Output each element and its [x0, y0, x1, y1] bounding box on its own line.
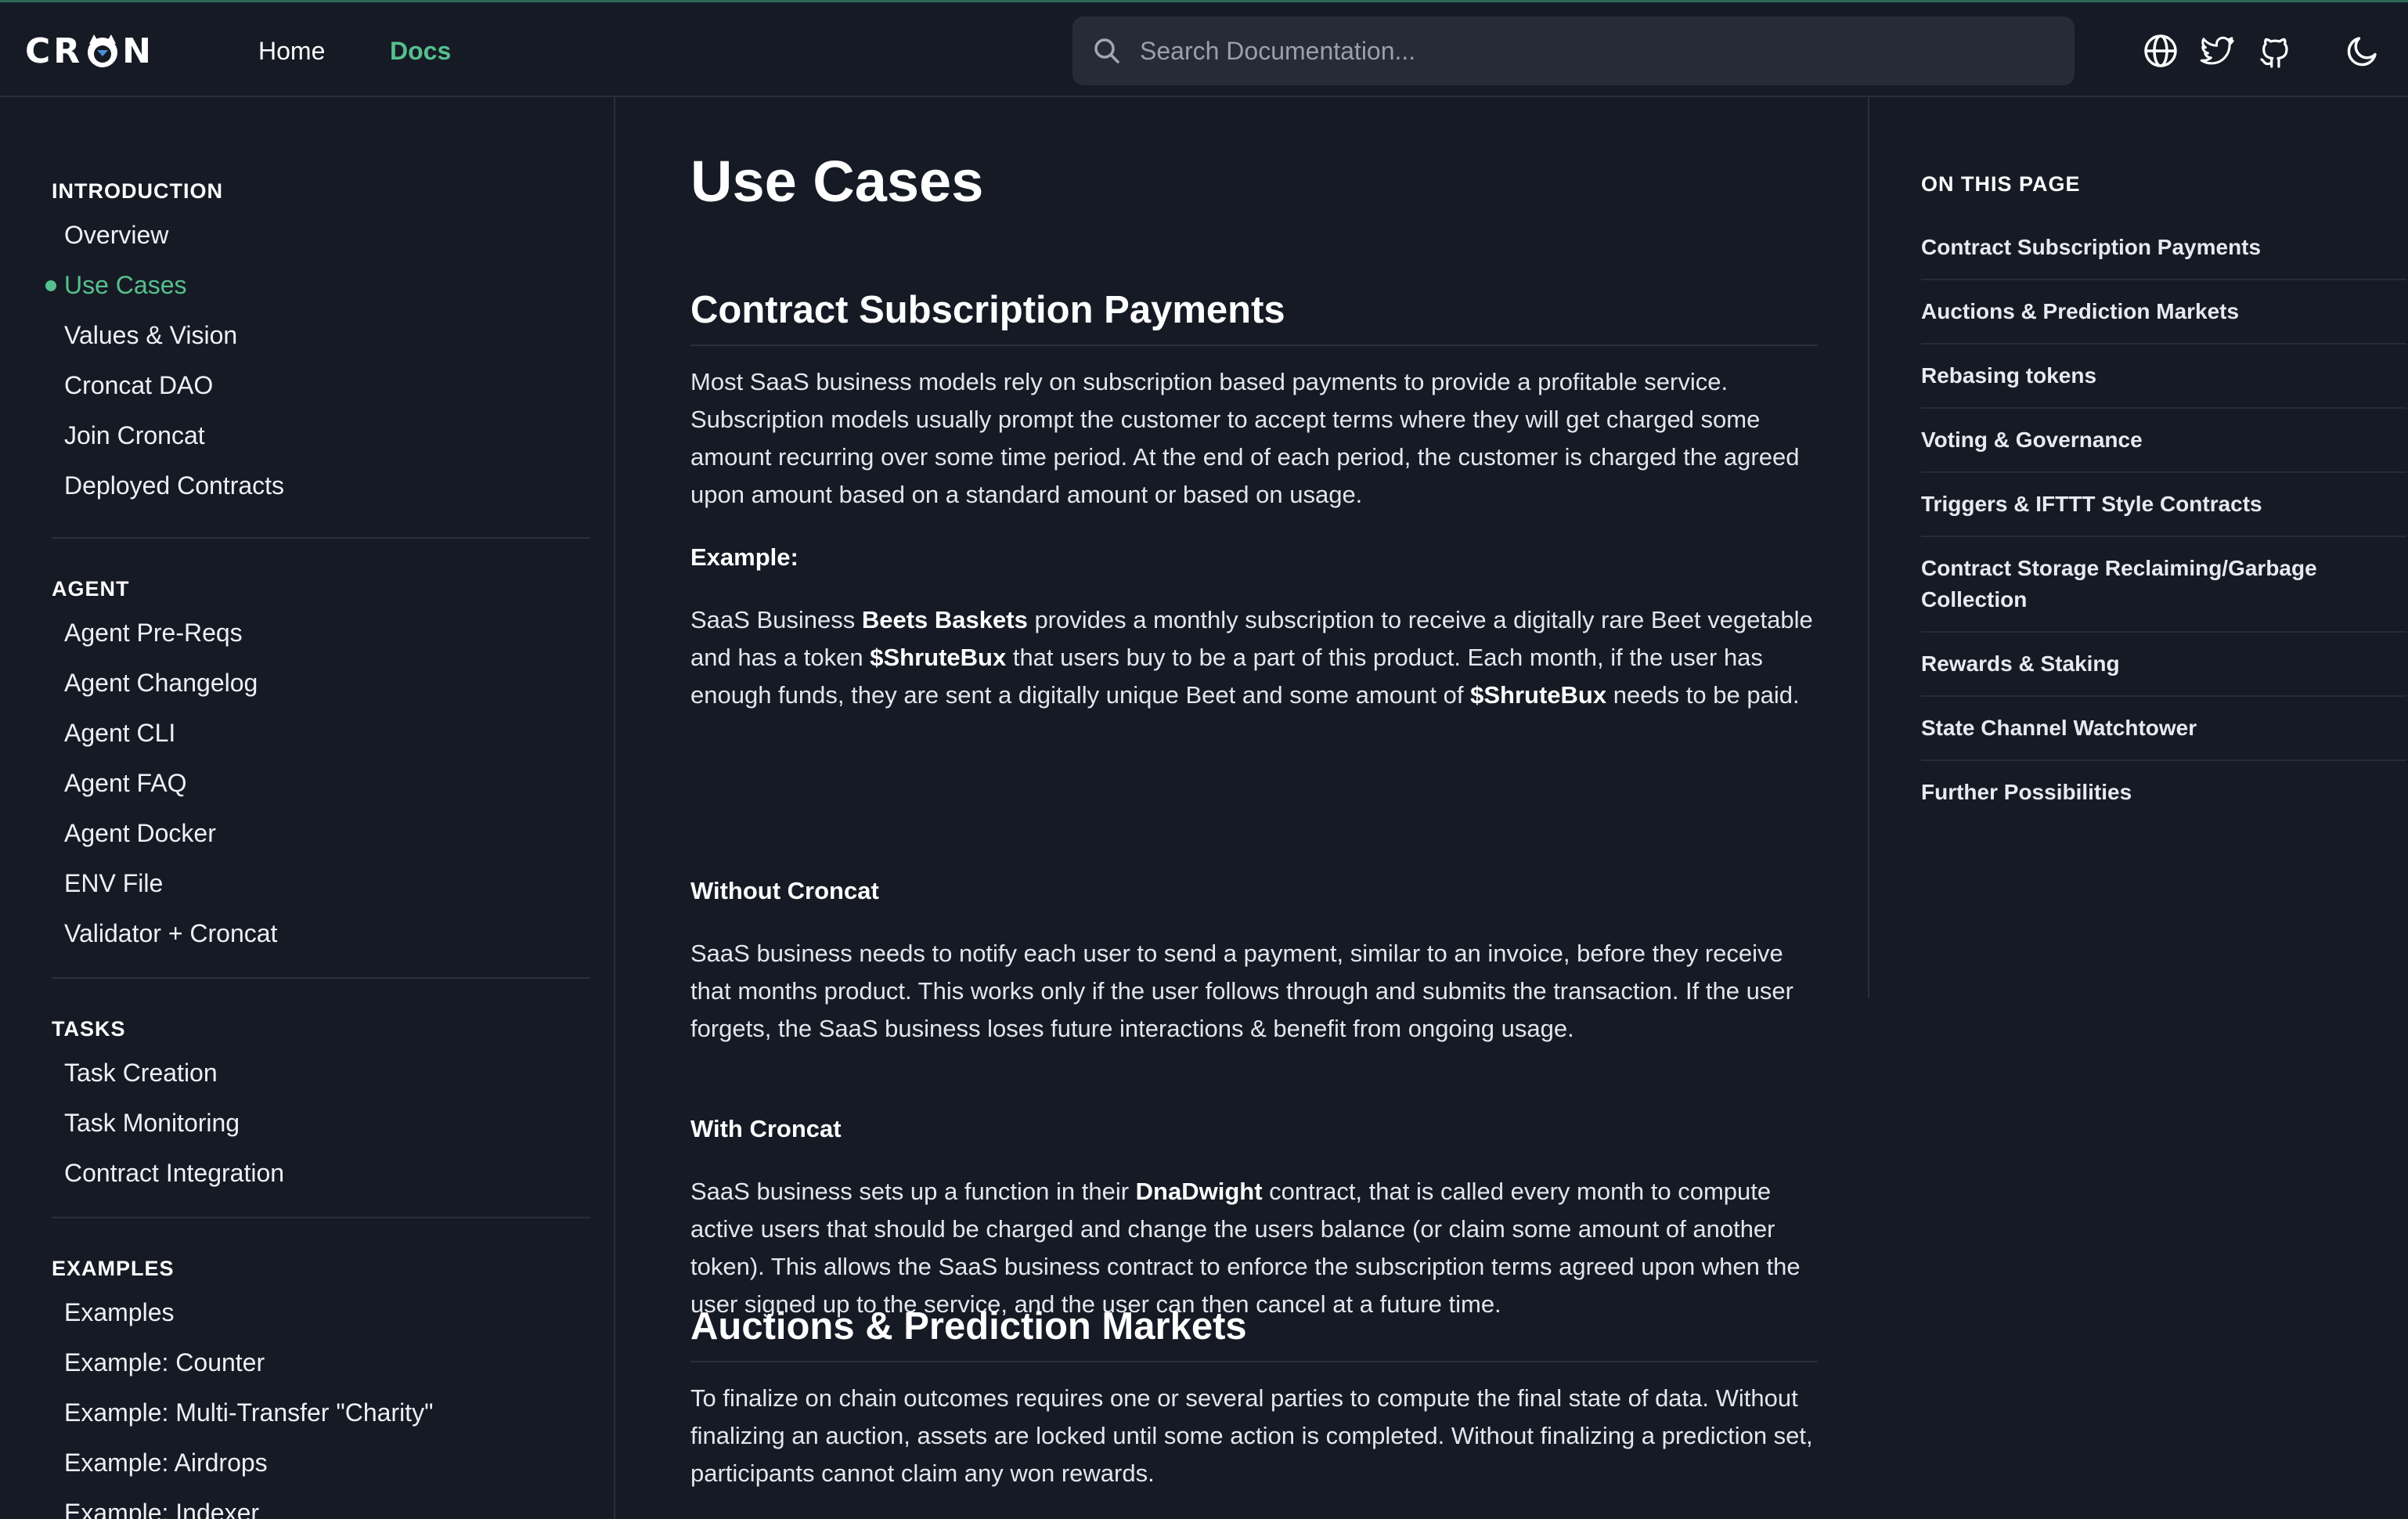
top-navbar: CR N Home Docs	[0, 0, 2408, 97]
search-input[interactable]	[1138, 16, 2062, 85]
toc-item[interactable]: Contract Subscription Payments	[1921, 216, 2406, 280]
sidebar-item-agent-faq[interactable]: Agent FAQ	[52, 758, 590, 808]
toc-heading: ON THIS PAGE	[1921, 172, 2081, 196]
bold-shrutebux: $ShruteBux	[1470, 681, 1607, 709]
sidebar-item-example-counter[interactable]: Example: Counter	[52, 1337, 590, 1387]
search-box[interactable]	[1072, 16, 2075, 85]
search-icon	[1094, 38, 1119, 63]
globe-icon[interactable]	[2142, 32, 2179, 70]
sidebar-divider	[52, 537, 590, 539]
sidebar-item-example-indexer[interactable]: Example: Indexer	[52, 1488, 590, 1519]
sidebar-item-example-airdrops[interactable]: Example: Airdrops	[52, 1438, 590, 1488]
sidebar-heading: TASKS	[52, 1017, 126, 1041]
sidebar-item-example-multi-transfer[interactable]: Example: Multi-Transfer "Charity"	[52, 1387, 590, 1438]
moon-icon[interactable]	[2344, 32, 2381, 70]
sidebar-divider	[52, 1217, 590, 1218]
sidebar-item-env-file[interactable]: ENV File	[52, 858, 590, 908]
sidebar-item-contract-integration[interactable]: Contract Integration	[52, 1148, 590, 1198]
toc-item[interactable]: State Channel Watchtower	[1921, 697, 2406, 761]
bold-beets-baskets: Beets Baskets	[861, 606, 1028, 633]
bold-dnadwight: DnaDwight	[1135, 1178, 1263, 1205]
page-title: Use Cases	[690, 149, 984, 214]
text-run: SaaS Business	[690, 606, 862, 633]
twitter-icon[interactable]	[2198, 32, 2236, 70]
paragraph-without-croncat: SaaS business needs to notify each user …	[690, 940, 1793, 1042]
sidebar-item-overview[interactable]: Overview	[52, 210, 590, 260]
sidebar-section-tasks: TASKS Task Creation Task Monitoring Cont…	[52, 1010, 590, 1198]
without-croncat-label: Without Croncat	[690, 877, 879, 904]
cat-logo-icon	[88, 34, 118, 67]
toc-item[interactable]: Triggers & IFTTT Style Contracts	[1921, 473, 2406, 537]
paragraph-subscription-intro: Most SaaS business models rely on subscr…	[690, 368, 1800, 508]
sidebar-divider	[52, 977, 590, 979]
section-heading-auctions-prediction-markets: Auctions & Prediction Markets	[690, 1301, 1818, 1362]
sidebar-item-examples[interactable]: Examples	[52, 1287, 590, 1337]
sidebar-heading: INTRODUCTION	[52, 179, 223, 203]
toc-item[interactable]: Rebasing tokens	[1921, 345, 2406, 409]
text-run: SaaS business sets up a function in thei…	[690, 1178, 1136, 1205]
logo-text-left: CR	[25, 31, 84, 71]
toc-item[interactable]: Contract Storage Reclaiming/Garbage Coll…	[1921, 537, 2406, 633]
sidebar-item-croncat-dao[interactable]: Croncat DAO	[52, 360, 590, 410]
logo-text-right: N	[122, 31, 154, 71]
example-label: Example:	[690, 543, 798, 571]
section-heading-contract-subscription-payments: Contract Subscription Payments	[690, 285, 1818, 346]
toc-item[interactable]: Auctions & Prediction Markets	[1921, 280, 2406, 345]
sidebar-heading: EXAMPLES	[52, 1257, 175, 1280]
paragraph-auctions: To finalize on chain outcomes requires o…	[690, 1384, 1813, 1487]
sidebar-item-join-croncat[interactable]: Join Croncat	[52, 410, 590, 460]
sidebar-section-agent: AGENT Agent Pre-Reqs Agent Changelog Age…	[52, 570, 590, 958]
docs-sidebar: INTRODUCTION Overview Use Cases Values &…	[0, 97, 615, 1519]
sidebar-item-validator-croncat[interactable]: Validator + Croncat	[52, 908, 590, 958]
bold-shrutebux: $ShruteBux	[870, 644, 1007, 671]
sidebar-item-deployed-contracts[interactable]: Deployed Contracts	[52, 460, 590, 511]
sidebar-item-use-cases[interactable]: Use Cases	[45, 260, 590, 310]
sidebar-item-agent-pre-reqs[interactable]: Agent Pre-Reqs	[52, 608, 590, 658]
sidebar-heading: AGENT	[52, 577, 130, 601]
sidebar-section-examples: EXAMPLES Examples Example: Counter Examp…	[52, 1250, 590, 1519]
on-this-page-toc: ON THIS PAGE Contract Subscription Payme…	[1868, 97, 2408, 998]
sidebar-item-label: Use Cases	[64, 271, 187, 299]
nav-home-link[interactable]: Home	[258, 34, 325, 68]
toc-item[interactable]: Rewards & Staking	[1921, 633, 2406, 697]
toc-item[interactable]: Further Possibilities	[1921, 761, 2406, 824]
sidebar-item-agent-docker[interactable]: Agent Docker	[52, 808, 590, 858]
sidebar-item-agent-cli[interactable]: Agent CLI	[52, 708, 590, 758]
active-dot-icon	[45, 280, 56, 291]
sidebar-item-values-vision[interactable]: Values & Vision	[52, 310, 590, 360]
croncat-logo[interactable]: CR N	[25, 31, 154, 71]
paragraph-example: SaaS Business Beets Baskets provides a m…	[690, 601, 1818, 714]
sidebar-section-introduction: INTRODUCTION Overview Use Cases Values &…	[45, 172, 590, 511]
github-icon[interactable]	[2256, 32, 2294, 70]
doc-content: Use Cases Contract Subscription Payments…	[690, 97, 1818, 1519]
text-run: needs to be paid.	[1606, 681, 1800, 709]
nav-docs-link[interactable]: Docs	[390, 34, 451, 68]
sidebar-item-task-creation[interactable]: Task Creation	[52, 1048, 590, 1098]
toc-item[interactable]: Voting & Governance	[1921, 409, 2406, 473]
with-croncat-label: With Croncat	[690, 1115, 842, 1142]
sidebar-item-agent-changelog[interactable]: Agent Changelog	[52, 658, 590, 708]
sidebar-item-task-monitoring[interactable]: Task Monitoring	[52, 1098, 590, 1148]
toc-list: Contract Subscription Payments Auctions …	[1921, 216, 2406, 824]
